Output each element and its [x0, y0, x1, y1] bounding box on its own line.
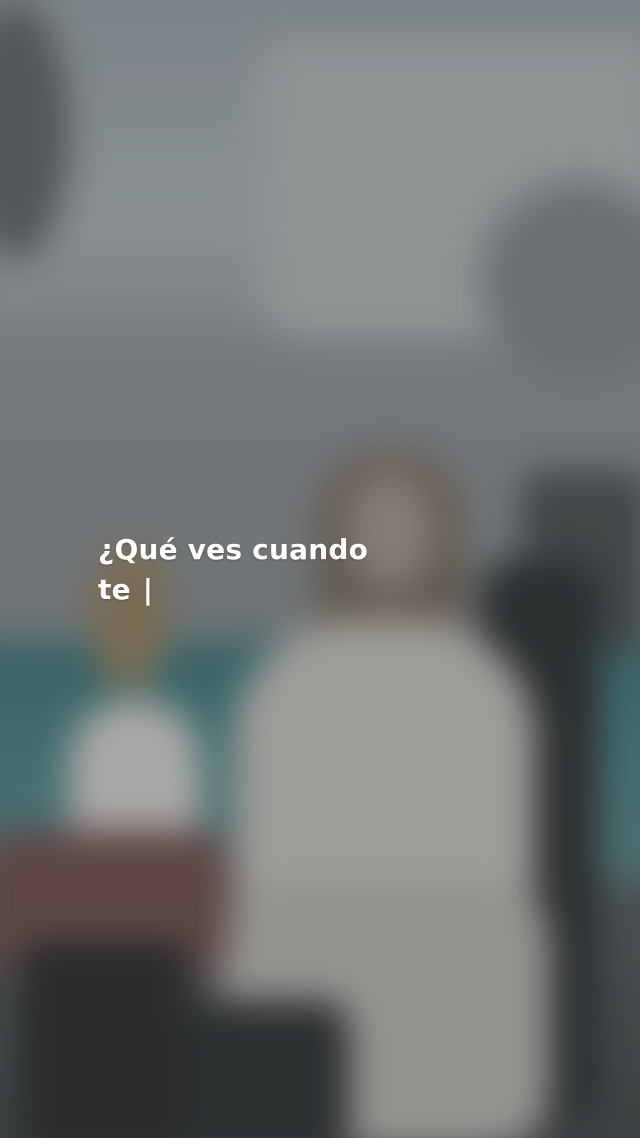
caption-line-1: ¿Qué ves cuando [98, 533, 369, 566]
video-frame: ¿Qué ves cuando te | [0, 0, 640, 1138]
caption-line-2: te | [98, 570, 428, 610]
text-cursor: | [142, 573, 154, 606]
caption-line-2-text: te [98, 573, 131, 606]
typed-caption: ¿Qué ves cuando te | [98, 530, 428, 610]
